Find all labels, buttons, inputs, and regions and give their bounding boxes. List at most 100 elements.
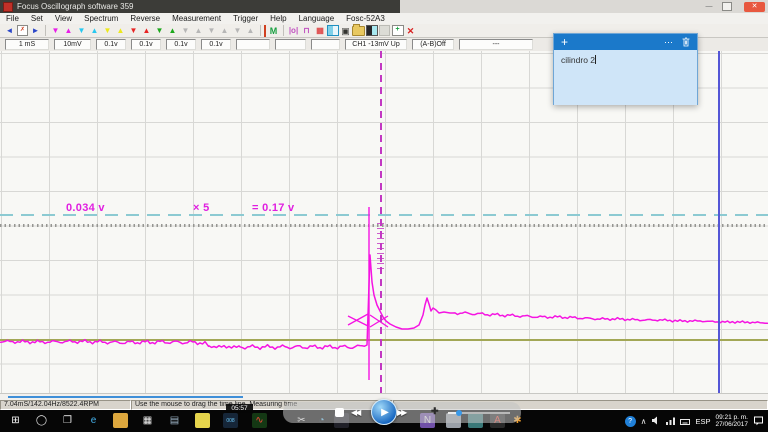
keyboard-icon[interactable]	[680, 412, 690, 430]
action-center-icon[interactable]	[753, 416, 764, 426]
menu-item-set[interactable]: Set	[25, 14, 49, 23]
trigger-triangle-up-6[interactable]: ▲	[192, 26, 205, 35]
ch3-scale-field[interactable]: 0.1v	[166, 39, 196, 50]
ch2-scale-field[interactable]: 0.1v	[131, 39, 161, 50]
start-button[interactable]: ⊞	[8, 413, 23, 428]
aux-field-1[interactable]	[236, 39, 270, 50]
note-text-area[interactable]: cilindro 2	[554, 50, 697, 105]
menu-item-trigger[interactable]: Trigger	[227, 14, 264, 23]
note-menu-icon[interactable]: ⋯	[664, 37, 682, 48]
save-icon[interactable]: ▣	[339, 25, 352, 37]
trigger-triangle-down-2[interactable]: ▼	[75, 26, 88, 35]
open-folder-icon[interactable]	[352, 26, 365, 36]
stop-button[interactable]	[335, 408, 344, 417]
menu-bar: FileSetViewSpectrumReverseMeasurementTri…	[0, 13, 768, 24]
ch4-scale-field[interactable]: 0.1v	[201, 39, 231, 50]
menu-item-fosc-52a3[interactable]: Fosc-52A3	[340, 14, 391, 23]
minimize-button[interactable]: —	[702, 2, 716, 11]
play-button[interactable]: ▶	[371, 399, 397, 425]
note-delete-icon[interactable]	[682, 37, 697, 47]
volts-per-div-field[interactable]: 10mV	[54, 39, 91, 50]
trigger-triangle-up-8[interactable]: ▲	[244, 26, 257, 35]
pan-right-icon[interactable]: ►	[29, 25, 42, 37]
sticky-notes-app-icon[interactable]	[195, 413, 210, 428]
trigger-triangle-up-4[interactable]: ▲	[140, 26, 153, 35]
trigger-field[interactable]: CH1 -13mV Up	[345, 39, 407, 50]
pulse-icon[interactable]: ⊓	[300, 25, 313, 37]
contrast-icon[interactable]	[366, 25, 378, 36]
menu-item-file[interactable]: File	[0, 14, 25, 23]
aux-field-3[interactable]	[311, 39, 340, 50]
pause-icon[interactable]: ▮▮	[313, 25, 326, 37]
menu-item-view[interactable]: View	[49, 14, 78, 23]
trigger-triangle-down-5[interactable]: ▼	[153, 26, 166, 35]
loop-icon[interactable]: |o|	[287, 25, 300, 37]
note-add-icon[interactable]: +	[554, 35, 568, 49]
trigger-triangle-up-2[interactable]: ▲	[88, 26, 101, 35]
text-caret	[595, 55, 596, 64]
menu-item-reverse[interactable]: Reverse	[124, 14, 166, 23]
toolbar-separator	[283, 25, 284, 36]
clock[interactable]: 09:21 p. m. 27/06/2017	[715, 414, 748, 429]
menu-item-help[interactable]: Help	[264, 14, 292, 23]
app-008-icon[interactable]: 008	[223, 413, 238, 428]
disabled-icon	[379, 25, 390, 36]
trigger-triangle-up-7[interactable]: ▲	[218, 26, 231, 35]
ch1-scale-field[interactable]: 0.1v	[96, 39, 126, 50]
close-button[interactable]: ✕	[744, 2, 765, 12]
title-bar-left: Focus Oscillograph software 359	[0, 0, 400, 13]
menu-item-spectrum[interactable]: Spectrum	[78, 14, 124, 23]
scrollbar-thumb[interactable]	[8, 396, 243, 398]
document-app-icon[interactable]: ▤	[167, 413, 182, 428]
trigger-triangle-down-1[interactable]: ▼	[49, 26, 62, 35]
run-icon[interactable]: M	[264, 25, 280, 37]
aux-field-2[interactable]	[275, 39, 306, 50]
toolbar-separator	[45, 25, 46, 36]
multiplier-label: × 5	[193, 202, 210, 214]
xy-mode-icon[interactable]: ✗	[17, 25, 28, 36]
waveform-trace	[0, 255, 768, 349]
toolbar-separator	[260, 25, 261, 36]
trigger-triangle-down-4[interactable]: ▼	[127, 26, 140, 35]
language-indicator[interactable]: ESP	[695, 417, 710, 426]
volume-icon[interactable]: ✚	[431, 406, 439, 417]
trigger-triangle-down-3[interactable]: ▼	[101, 26, 114, 35]
tray-chevron-icon[interactable]: ∧	[641, 417, 647, 426]
trigger-triangle-up-3[interactable]: ▲	[114, 26, 127, 35]
app-icon	[3, 2, 13, 12]
note-text: cilindro 2	[561, 55, 595, 65]
trigger-triangle-down-6[interactable]: ▼	[179, 26, 192, 35]
window-view-icon[interactable]	[327, 25, 339, 36]
timebase-field[interactable]: 1 mS	[5, 39, 49, 50]
store-icon[interactable]: ▦	[140, 413, 155, 428]
menu-item-language[interactable]: Language	[293, 14, 341, 23]
clear-icon[interactable]: ✕	[404, 25, 417, 37]
trigger-triangles: ▼▲▼▲▼▲▼▲▼▲▼▲▼▲▼▲	[49, 26, 257, 35]
tray-help-icon[interactable]: ?	[625, 416, 636, 427]
trigger-triangle-up-5[interactable]: ▲	[166, 26, 179, 35]
rewind-button[interactable]: ◀◀	[351, 408, 359, 417]
volume-knob[interactable]	[456, 410, 462, 416]
screen: Focus Oscillograph software 359 — ✕ File…	[0, 0, 768, 432]
search-cortana-icon[interactable]: ◯	[34, 413, 49, 428]
extra-field[interactable]: ---	[459, 39, 533, 50]
ab-mode-field[interactable]: (A-B)Off	[412, 39, 454, 50]
sticky-note[interactable]: + ⋯ cilindro 2	[553, 33, 698, 105]
new-window-icon[interactable]: +	[392, 25, 404, 36]
trigger-triangle-up-1[interactable]: ▲	[62, 26, 75, 35]
blue-marker-line[interactable]	[718, 51, 720, 393]
network-icon[interactable]	[666, 412, 675, 430]
speaker-icon[interactable]	[651, 412, 661, 430]
restore-button[interactable]	[722, 2, 732, 11]
trigger-triangle-down-8[interactable]: ▼	[231, 26, 244, 35]
trigger-triangle-down-7[interactable]: ▼	[205, 26, 218, 35]
task-view-icon[interactable]: ❐	[60, 413, 75, 428]
oscilloscope-app-icon[interactable]: ∿	[252, 413, 267, 428]
edge-icon[interactable]: e	[86, 413, 101, 428]
menu-item-measurement[interactable]: Measurement	[166, 14, 227, 23]
file-explorer-icon[interactable]	[113, 413, 128, 428]
fast-forward-button[interactable]: ▶▶	[397, 408, 405, 417]
time-cursor-line[interactable]	[380, 51, 382, 393]
measurement-status: 7.04mS/142.04Hz/8522.4RPM	[0, 400, 131, 410]
pan-left-icon[interactable]: ◄	[3, 25, 16, 37]
